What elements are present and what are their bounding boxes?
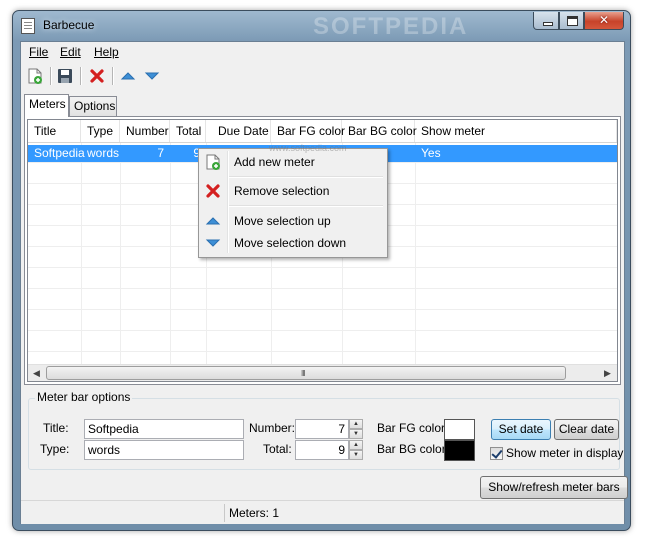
menu-item-label: Move selection up bbox=[234, 214, 331, 228]
menu-item-move-up[interactable]: Move selection up bbox=[201, 210, 385, 232]
context-menu: Add new meter Remove selection Move sele… bbox=[198, 143, 388, 258]
number-label: Number: bbox=[249, 421, 296, 435]
menu-help[interactable]: Help bbox=[94, 45, 119, 59]
column-header-type[interactable]: Type bbox=[81, 120, 120, 142]
title-field[interactable]: Softpedia bbox=[84, 419, 244, 439]
scroll-thumb[interactable]: III bbox=[46, 366, 566, 380]
maximize-button[interactable] bbox=[559, 12, 584, 30]
menu-item-label: Add new meter bbox=[234, 155, 315, 169]
close-button[interactable]: ✕ bbox=[584, 12, 624, 30]
status-bar: Meters: 1 bbox=[21, 500, 624, 524]
move-down-icon[interactable] bbox=[144, 68, 160, 84]
remove-icon[interactable] bbox=[89, 68, 105, 84]
column-header-bar-fg-color[interactable]: Bar FG color bbox=[271, 120, 345, 142]
set-date-button[interactable]: Set date bbox=[491, 419, 551, 440]
grid-line bbox=[28, 288, 617, 289]
column-header-title[interactable]: Title bbox=[28, 120, 81, 142]
remove-icon bbox=[206, 184, 220, 198]
minimize-button[interactable] bbox=[533, 12, 559, 30]
softpedia-watermark: SOFTPEDIA bbox=[313, 13, 469, 40]
number-down-icon[interactable]: ▼ bbox=[349, 429, 363, 439]
window-title: Barbecue bbox=[43, 18, 95, 32]
bar-fg-color-swatch[interactable] bbox=[444, 419, 475, 440]
toolbar bbox=[21, 63, 624, 89]
title-bar[interactable]: Barbecue SOFTPEDIA ✕ bbox=[13, 11, 630, 41]
list-header: Title Type Number Total Due Date Bar FG … bbox=[28, 120, 617, 143]
scroll-left-icon[interactable]: ◀ bbox=[28, 365, 45, 381]
close-icon: ✕ bbox=[598, 13, 610, 27]
total-label: Total: bbox=[263, 442, 292, 456]
bar-bg-color-swatch[interactable] bbox=[444, 440, 475, 461]
save-icon[interactable] bbox=[57, 68, 73, 84]
menu-item-remove-selection[interactable]: Remove selection bbox=[201, 180, 385, 202]
cell-type: words bbox=[87, 146, 120, 160]
tab-meters[interactable]: Meters bbox=[24, 94, 69, 117]
bar-fg-color-label: Bar FG color: bbox=[377, 421, 449, 435]
grid-line bbox=[120, 143, 121, 364]
total-up-icon[interactable]: ▲ bbox=[349, 440, 363, 450]
type-field[interactable]: words bbox=[84, 440, 244, 460]
new-meter-icon[interactable] bbox=[27, 68, 43, 84]
column-header-show-meter[interactable]: Show meter bbox=[415, 120, 617, 142]
menu-bar: File Edit Help bbox=[21, 42, 624, 62]
group-title: Meter bar options bbox=[35, 390, 133, 404]
grid-line bbox=[415, 143, 416, 364]
move-up-icon[interactable] bbox=[120, 68, 136, 84]
total-value[interactable]: 9 bbox=[295, 440, 349, 460]
menu-edit[interactable]: Edit bbox=[60, 45, 81, 59]
tab-strip: Meters Options bbox=[21, 94, 624, 117]
toolbar-separator bbox=[50, 67, 52, 85]
show-refresh-button[interactable]: Show/refresh meter bars bbox=[480, 476, 628, 499]
menu-separator bbox=[229, 205, 383, 207]
new-meter-icon bbox=[206, 154, 220, 170]
total-stepper[interactable]: 9 ▲ ▼ bbox=[295, 440, 363, 460]
column-header-total[interactable]: Total bbox=[170, 120, 206, 142]
menu-separator bbox=[229, 176, 383, 178]
column-header-number[interactable]: Number bbox=[120, 120, 170, 142]
status-meters-count: Meters: 1 bbox=[224, 504, 279, 522]
number-up-icon[interactable]: ▲ bbox=[349, 419, 363, 429]
column-header-due-date[interactable]: Due Date bbox=[206, 120, 271, 142]
softpedia-url-watermark: www.softpedia.com bbox=[269, 143, 347, 153]
grid-line bbox=[28, 351, 617, 352]
app-window: Barbecue SOFTPEDIA ✕ File Edit Help Mete… bbox=[12, 10, 631, 531]
total-down-icon[interactable]: ▼ bbox=[349, 450, 363, 460]
column-header-bar-bg-color[interactable]: Bar BG color bbox=[342, 120, 417, 142]
grid-line bbox=[170, 143, 171, 364]
horizontal-scrollbar[interactable]: ◀ III ▶ bbox=[28, 364, 617, 381]
menu-item-label: Move selection down bbox=[234, 236, 347, 250]
menu-item-label: Remove selection bbox=[234, 184, 330, 198]
grid-line bbox=[28, 267, 617, 268]
title-label: Title: bbox=[43, 421, 69, 435]
scroll-right-icon[interactable]: ▶ bbox=[599, 365, 616, 381]
client-area: File Edit Help Meters Options Title Type… bbox=[20, 41, 628, 524]
cell-show-meter: Yes bbox=[421, 146, 441, 160]
scroll-grip-icon: III bbox=[301, 369, 306, 378]
app-icon bbox=[21, 18, 35, 34]
show-meter-label[interactable]: Show meter in display bbox=[506, 446, 623, 460]
cell-title: Softpedia bbox=[34, 146, 85, 160]
number-value[interactable]: 7 bbox=[295, 419, 349, 439]
menu-file[interactable]: File bbox=[29, 45, 48, 59]
menu-item-move-down[interactable]: Move selection down bbox=[201, 232, 385, 254]
tab-options[interactable]: Options bbox=[69, 96, 117, 116]
grid-line bbox=[28, 330, 617, 331]
type-label: Type: bbox=[40, 442, 70, 456]
menu-item-add-new-meter[interactable]: Add new meter bbox=[201, 151, 385, 173]
grid-line bbox=[81, 143, 82, 364]
show-meter-checkbox[interactable] bbox=[490, 447, 503, 460]
move-down-icon bbox=[205, 239, 221, 247]
bar-bg-color-label: Bar BG color: bbox=[377, 442, 450, 456]
cell-number: 7 bbox=[157, 146, 164, 160]
number-stepper[interactable]: 7 ▲ ▼ bbox=[295, 419, 363, 439]
clear-date-button[interactable]: Clear date bbox=[554, 419, 619, 440]
toolbar-separator bbox=[112, 67, 114, 85]
grid-line bbox=[28, 309, 617, 310]
toolbar-separator bbox=[80, 67, 82, 85]
move-up-icon bbox=[205, 217, 221, 225]
